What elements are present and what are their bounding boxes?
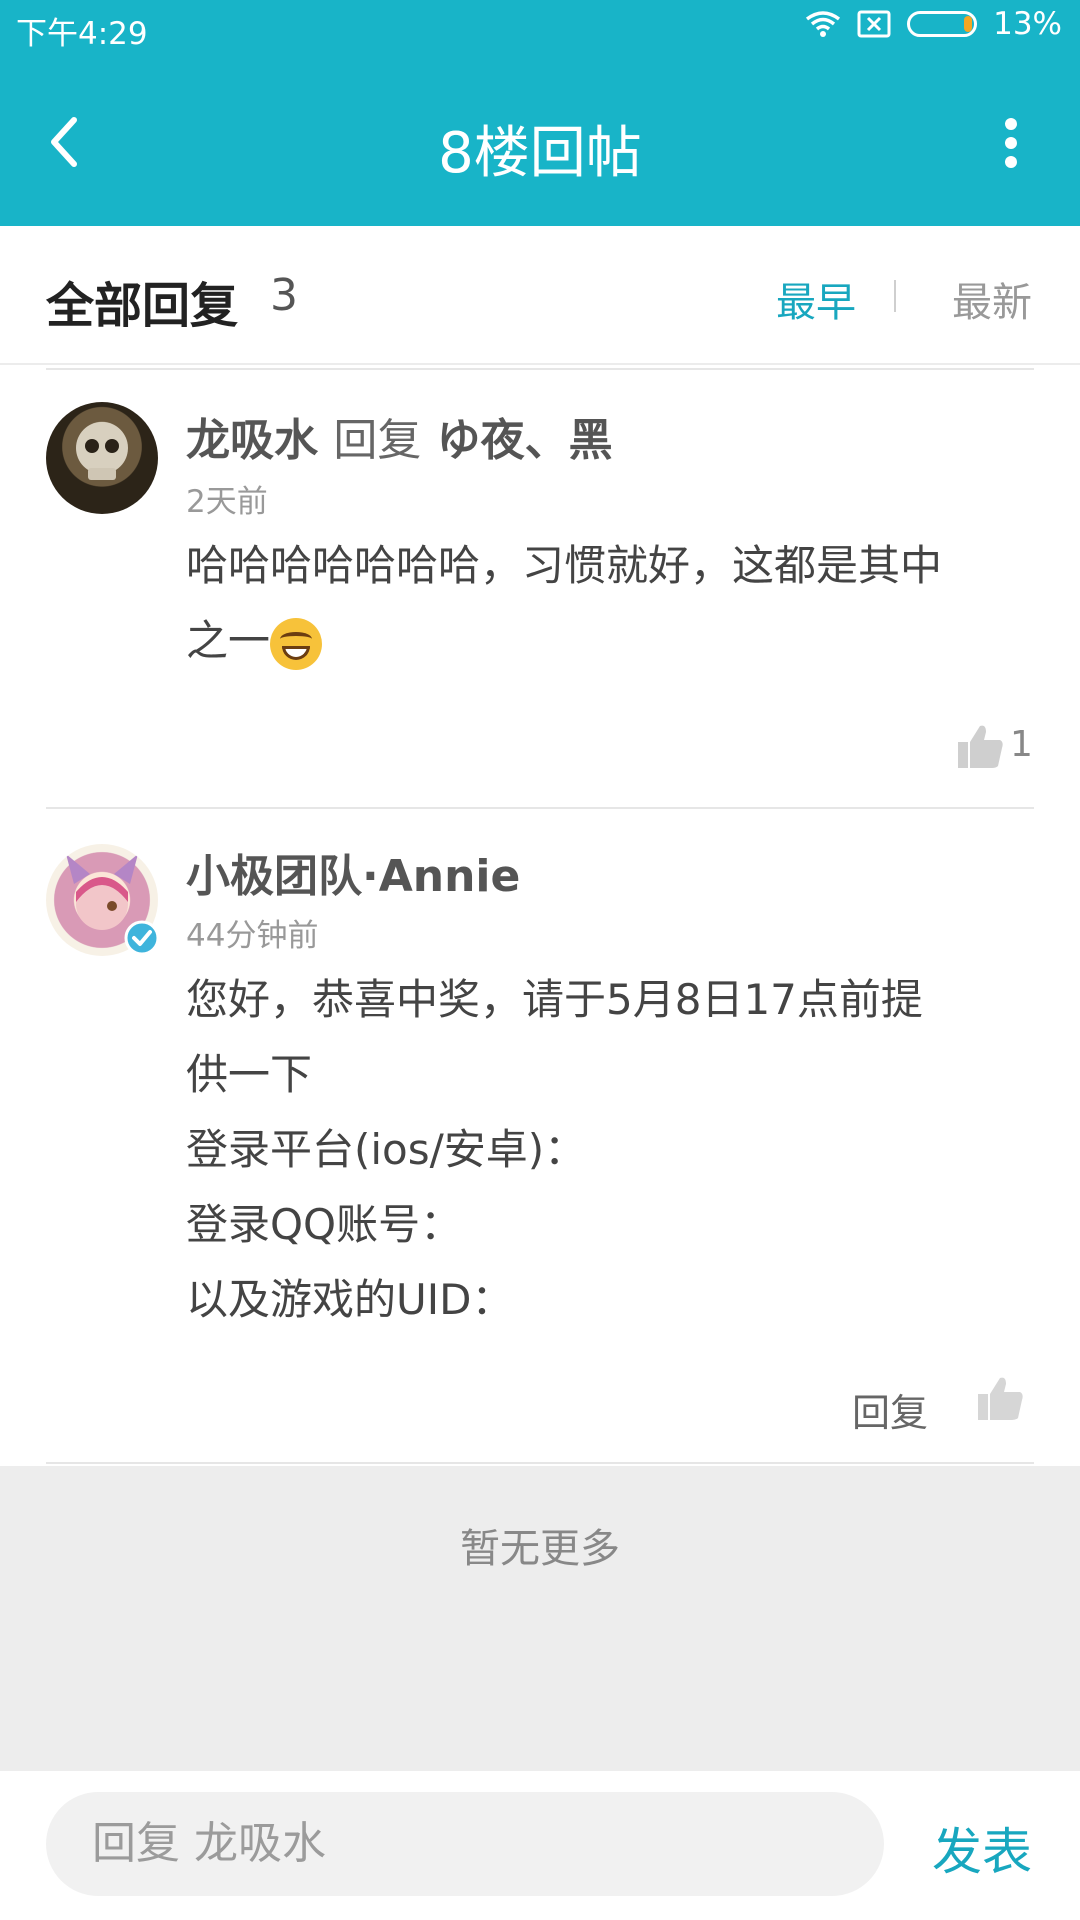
comment-author[interactable]: 龙吸水 — [186, 415, 318, 466]
no-more-text: 暂无更多 — [460, 1526, 620, 1572]
comment-time: 2天前 — [186, 484, 268, 520]
avatar[interactable] — [46, 402, 158, 514]
sort-divider — [894, 280, 896, 312]
no-more-area — [0, 1466, 1080, 1771]
thumbs-up-icon[interactable] — [976, 1374, 1024, 1422]
comment-line-with-emoji: 之一 — [186, 603, 1046, 678]
reply-count: 3 — [270, 270, 298, 321]
divider — [46, 368, 1034, 370]
comment-line: 登录平台(ios/安卓)： — [186, 1125, 587, 1174]
send-button[interactable]: 发表 — [932, 1812, 1032, 1884]
grin-emoji-icon — [270, 617, 323, 670]
battery-icon — [907, 11, 978, 37]
reply-button[interactable]: 回复 — [852, 1382, 928, 1437]
battery-level — [964, 16, 973, 32]
comment-author-line: 龙吸水 回复 ゆ夜、黑 — [186, 404, 613, 468]
section-divider — [0, 363, 1080, 365]
comment-line: 供一下 — [186, 1050, 313, 1099]
comment-line: 之一 — [186, 616, 271, 665]
comment-body: 您好，恭喜中奖，请于5月8日17点前提 供一下 登录平台(ios/安卓)： 登录… — [186, 962, 1046, 1337]
reply-input[interactable]: 回复 龙吸水 — [46, 1792, 884, 1896]
reply-target[interactable]: ゆ夜、黑 — [437, 415, 613, 466]
status-icons: 13% — [805, 6, 1062, 42]
skull-avatar-icon — [76, 422, 128, 480]
wifi-icon — [806, 11, 841, 37]
comment-time: 44分钟前 — [186, 918, 319, 954]
comment-line: 以及游戏的UID： — [186, 1275, 514, 1324]
thumbs-up-icon[interactable] — [956, 722, 1004, 770]
comment-author[interactable]: 小极团队·Annie — [186, 840, 520, 904]
more-menu-icon[interactable] — [1004, 118, 1018, 168]
like-count: 1 — [1010, 724, 1033, 765]
reply-word: 回复 — [333, 415, 422, 466]
comment-line: 哈哈哈哈哈哈哈，习惯就好，这都是其中 — [186, 541, 943, 590]
comment-body: 哈哈哈哈哈哈哈，习惯就好，这都是其中 之一 — [186, 528, 1046, 678]
no-sim-icon — [857, 10, 891, 38]
verified-badge-icon — [124, 920, 160, 956]
comment-divider — [46, 1462, 1034, 1464]
comment-divider — [46, 807, 1034, 809]
sort-earliest-tab[interactable]: 最早 — [776, 270, 856, 328]
page-title: 8楼回帖 — [438, 121, 642, 186]
sort-latest-tab[interactable]: 最新 — [952, 270, 1032, 328]
section-title: 全部回复 — [46, 278, 239, 334]
comment-line: 登录QQ账号： — [186, 1200, 463, 1249]
battery-percent: 13% — [993, 6, 1062, 42]
comment-line: 您好，恭喜中奖，请于5月8日17点前提 — [186, 975, 923, 1024]
status-time: 下午4:29 — [16, 16, 148, 52]
